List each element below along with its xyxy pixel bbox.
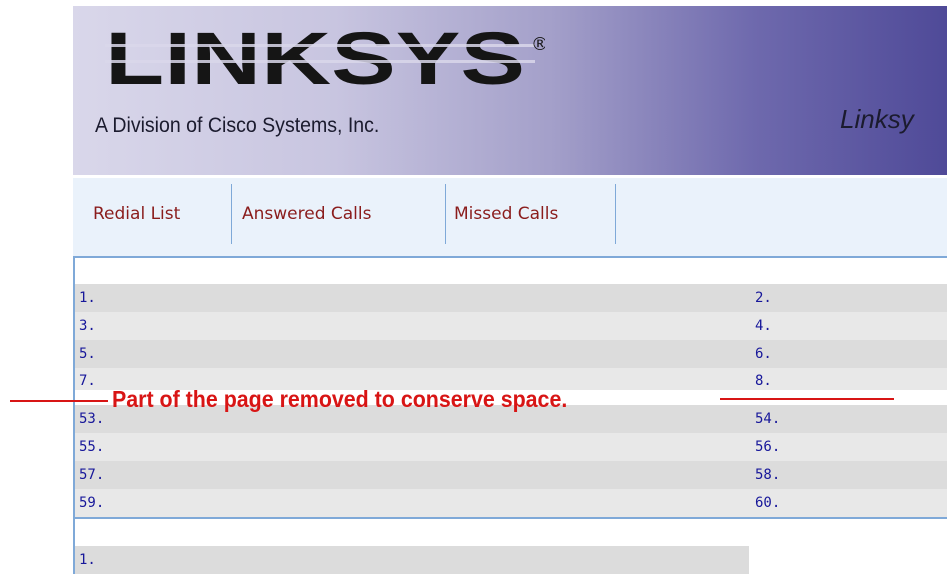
entry-number: 4. [755,318,772,334]
header-banner: LINKSYS ® A Division of Cisco Systems, I… [73,6,947,175]
annotation-line-right [720,398,894,400]
tab-missed-calls[interactable]: Missed Calls [454,184,558,244]
tab-redial-list[interactable]: Redial List [93,184,180,244]
entry-number: 1. [79,552,96,568]
tab-divider [615,184,616,244]
tab-divider [445,184,446,244]
linksys-logo: LINKSYS ® [105,26,545,94]
entry-number: 57. [79,467,105,483]
entry-number: 5. [79,346,96,362]
entry-number: 58. [755,467,781,483]
table-row: 1. 2. [75,284,947,312]
section-divider [73,517,947,519]
page-title: Linksy [840,104,914,134]
entry-number: 6. [755,346,772,362]
entry-number: 60. [755,495,781,511]
entry-number: 59. [79,495,105,511]
entry-number: 7. [79,373,96,389]
entry-number: 55. [79,439,105,455]
entry-number: 2. [755,290,772,306]
annotation-note: Part of the page removed to conserve spa… [112,386,568,412]
registered-mark: ® [531,34,545,55]
table-row: 5. 6. [75,340,947,368]
table-row: 57. 58. [75,461,947,489]
entry-number: 8. [755,373,772,389]
entry-number: 56. [755,439,781,455]
tab-answered-calls[interactable]: Answered Calls [242,184,371,244]
entry-number: 1. [79,290,96,306]
entry-number: 53. [79,411,105,427]
call-history-tabs: Redial List Answered Calls Missed Calls [73,178,947,256]
annotation-line-left [10,400,108,402]
tab-divider [231,184,232,244]
entry-number: 54. [755,411,781,427]
entry-number: 3. [79,318,96,334]
table-row: 59. 60. [75,489,947,517]
table-row: 55. 56. [75,433,947,461]
table-row: 1. [75,546,749,574]
table-row: 3. 4. [75,312,947,340]
company-tagline: A Division of Cisco Systems, Inc. [95,114,380,137]
